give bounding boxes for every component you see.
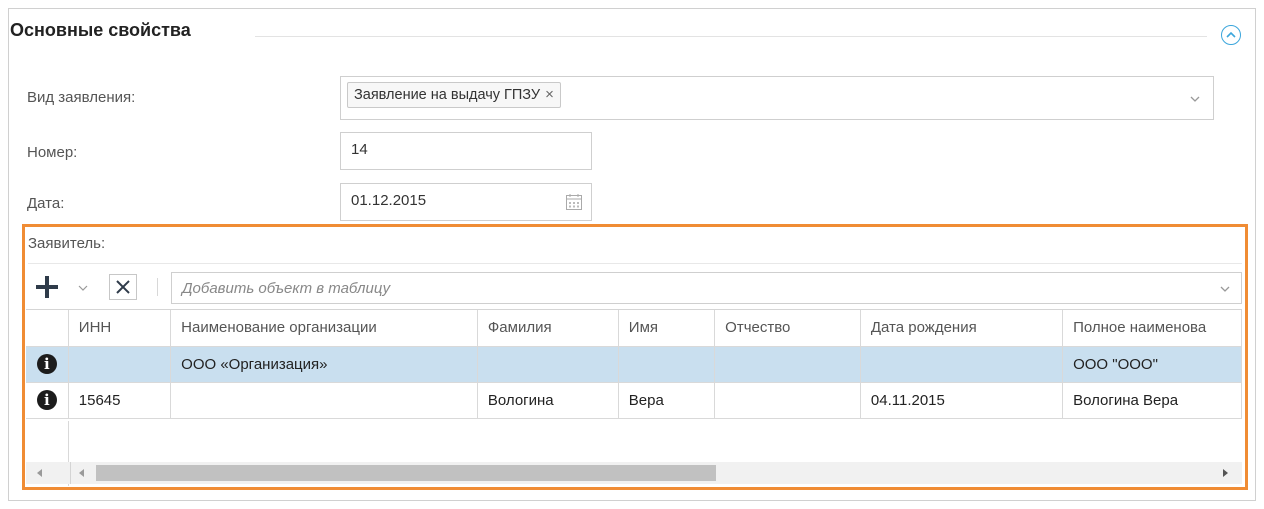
table-cell[interactable]: ООО «Организация» bbox=[170, 346, 478, 383]
table-row[interactable]: i 15645 Вологина Вера 04.11.2015 Вологин… bbox=[26, 382, 1242, 419]
table-cell[interactable] bbox=[860, 346, 1064, 383]
scrollbar-thumb[interactable] bbox=[96, 465, 716, 481]
column-header[interactable]: ИНН bbox=[68, 310, 172, 347]
date-label: Дата: bbox=[27, 195, 65, 212]
column-header[interactable]: Имя bbox=[618, 310, 716, 347]
table-cell[interactable] bbox=[170, 382, 478, 419]
scrollbar-divider bbox=[70, 462, 71, 484]
column-header[interactable]: Отчество bbox=[714, 310, 861, 347]
info-icon[interactable]: i bbox=[36, 390, 57, 410]
column-header[interactable]: Наименование организации bbox=[170, 310, 478, 347]
table-cell[interactable]: Вологина Вера bbox=[1062, 382, 1242, 419]
add-object-placeholder: Добавить объект в таблицу bbox=[182, 280, 391, 297]
table-cell[interactable] bbox=[714, 382, 861, 419]
date-input[interactable]: 01.12.2015 bbox=[340, 183, 592, 221]
column-header[interactable]: Фамилия bbox=[477, 310, 619, 347]
delete-row-button[interactable] bbox=[109, 274, 137, 300]
scroll-left-icon[interactable] bbox=[37, 469, 43, 477]
table-header: ИНН Наименование организации Фамилия Имя… bbox=[26, 310, 1242, 347]
table-cell[interactable] bbox=[68, 346, 172, 383]
info-icon[interactable]: i bbox=[36, 354, 57, 374]
table-cell[interactable]: 04.11.2015 bbox=[860, 382, 1064, 419]
number-value: 14 bbox=[351, 141, 368, 158]
collapse-section-button[interactable] bbox=[1221, 25, 1241, 45]
kind-label: Вид заявления: bbox=[27, 89, 136, 106]
chevron-up-icon bbox=[1226, 31, 1236, 38]
close-icon bbox=[116, 280, 130, 294]
section-divider bbox=[255, 36, 1207, 37]
applicant-table: ИНН Наименование организации Фамилия Имя… bbox=[26, 309, 1242, 486]
date-value: 01.12.2015 bbox=[351, 192, 427, 209]
applicant-label: Заявитель: bbox=[28, 235, 106, 252]
chevron-down-icon[interactable] bbox=[1189, 94, 1201, 104]
table-cell[interactable]: Вера bbox=[618, 382, 716, 419]
horizontal-scrollbar[interactable] bbox=[26, 462, 1242, 484]
table-cell[interactable] bbox=[618, 346, 716, 383]
table-row[interactable]: i ООО «Организация» ООО "ООО" bbox=[26, 346, 1242, 383]
add-dropdown-chevron-icon[interactable] bbox=[77, 284, 89, 292]
kind-tag: Заявление на выдачу ГПЗУ × bbox=[347, 82, 561, 108]
number-label: Номер: bbox=[27, 144, 78, 161]
number-input[interactable]: 14 bbox=[340, 132, 592, 170]
table-cell[interactable]: Вологина bbox=[477, 382, 619, 419]
add-object-input[interactable]: Добавить объект в таблицу bbox=[171, 272, 1242, 304]
tag-remove-icon[interactable]: × bbox=[545, 86, 554, 103]
row-info-cell[interactable]: i bbox=[26, 346, 69, 383]
scroll-right-icon[interactable] bbox=[1223, 469, 1229, 477]
kind-select[interactable]: Заявление на выдачу ГПЗУ × bbox=[340, 76, 1214, 120]
section-title: Основные свойства bbox=[10, 20, 191, 40]
column-header[interactable]: Полное наименова bbox=[1062, 310, 1242, 347]
scroll-left-icon[interactable] bbox=[79, 469, 85, 477]
chevron-down-icon[interactable] bbox=[1219, 284, 1231, 294]
column-header[interactable]: Дата рождения bbox=[860, 310, 1064, 347]
table-cell[interactable] bbox=[477, 346, 619, 383]
row-info-cell[interactable]: i bbox=[26, 382, 69, 419]
toolbar-separator bbox=[157, 278, 158, 296]
calendar-icon[interactable] bbox=[565, 193, 583, 211]
toolbar-divider bbox=[28, 263, 1242, 264]
table-cell[interactable]: ООО "ООО" bbox=[1062, 346, 1242, 383]
header-icon-col bbox=[26, 310, 69, 347]
table-cell[interactable]: 15645 bbox=[68, 382, 172, 419]
kind-tag-label: Заявление на выдачу ГПЗУ bbox=[354, 87, 541, 103]
table-cell[interactable] bbox=[714, 346, 861, 383]
plus-icon[interactable] bbox=[33, 274, 61, 300]
